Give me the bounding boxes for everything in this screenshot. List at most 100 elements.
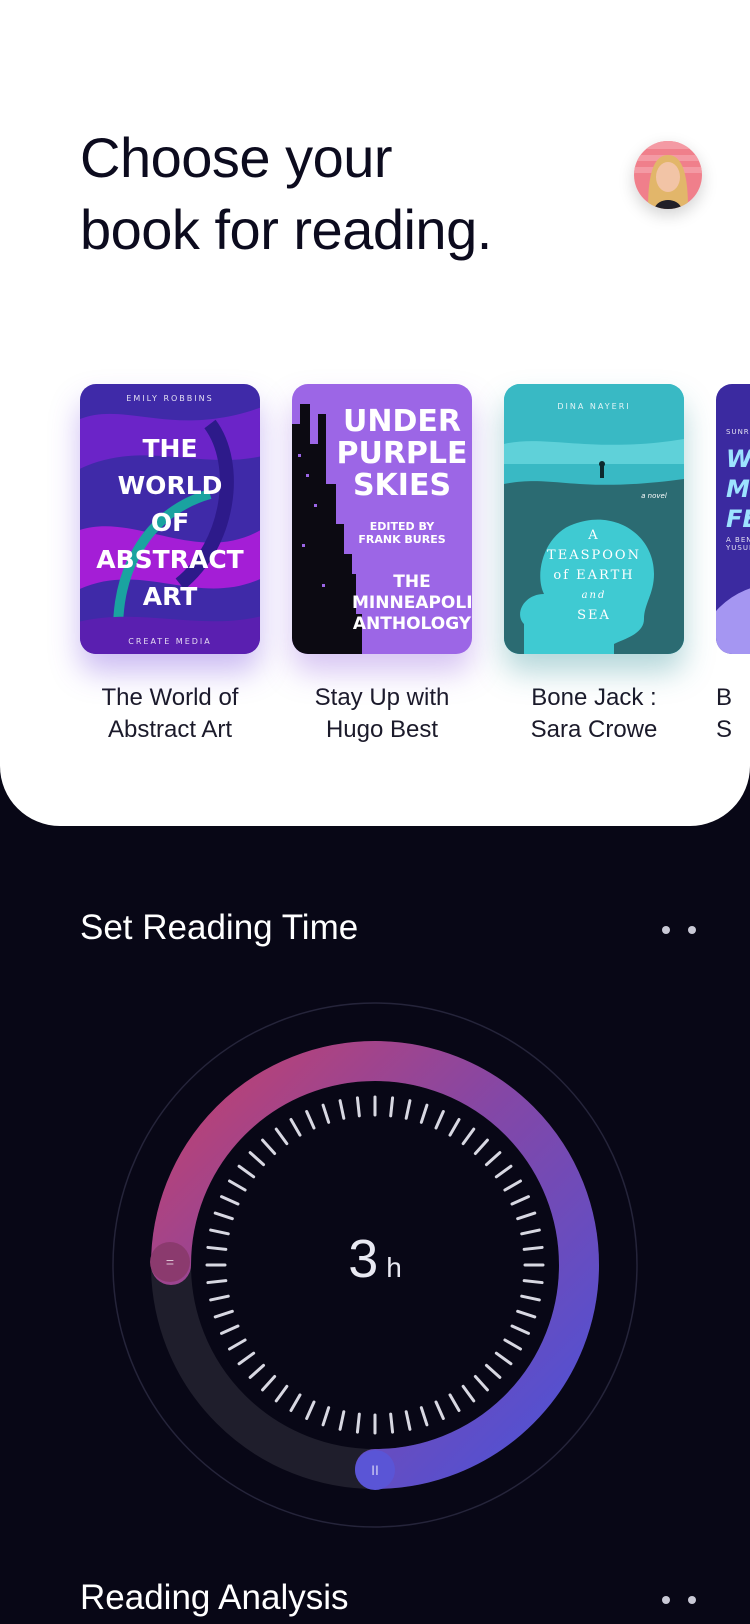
dial-tick <box>389 1096 395 1118</box>
book-title[interactable]: The World of Abstract Art <box>80 682 260 746</box>
book-title-line: Bone Jack : <box>531 684 657 711</box>
cover-title-line: OF <box>150 508 190 537</box>
cover-top-text: SUNRISE <box>726 428 750 436</box>
book-title-line: B <box>716 684 733 711</box>
dial-tick <box>448 1393 461 1412</box>
cover-editor: EDITED BY FRANK BURES <box>332 520 472 546</box>
reading-time-unit: h <box>386 1252 402 1283</box>
dial-tick <box>520 1294 541 1302</box>
dial-tick <box>503 1338 522 1351</box>
cover-title-line: THE <box>142 434 198 463</box>
dial-tick <box>289 1393 302 1412</box>
book-title[interactable]: Stay Up with Hugo Best <box>292 682 472 746</box>
book-title-line: Stay Up with <box>314 684 450 711</box>
dial-tick <box>516 1211 537 1221</box>
book-selection-card: Choose your book for reading. EMILY ROBB… <box>0 0 750 826</box>
cover-author: DINA NAYERI <box>557 402 631 411</box>
book-title[interactable]: B S <box>716 682 750 746</box>
dial-tick <box>209 1294 230 1302</box>
cover-subtitle-line: ANTHOLOGY <box>352 614 472 634</box>
cover-subtitle-line: YUSUNG <box>726 544 750 552</box>
dial-tick <box>494 1351 513 1366</box>
dial-tick <box>389 1412 395 1434</box>
book-card[interactable]: UNDER PURPLE SKIES EDITED BY FRANK BURES… <box>292 384 472 746</box>
reading-time-number: 3 <box>348 1229 379 1289</box>
dial-tick <box>510 1324 530 1335</box>
cover-editor-label: EDITED BY <box>369 520 435 533</box>
dial-tick <box>213 1309 234 1319</box>
dial-tick <box>510 1195 530 1206</box>
cover-title: UNDER PURPLE SKIES <box>332 406 472 502</box>
dot-icon <box>662 1596 670 1604</box>
dot-icon <box>688 1596 696 1604</box>
reading-analysis-title: Reading Analysis <box>80 1578 349 1617</box>
dial-tick <box>338 1099 346 1120</box>
cover-publisher: CREATE MEDIA <box>128 637 212 646</box>
title-line-2: book for reading. <box>80 198 492 261</box>
cover-subtitle-line: MINNEAPOLIS <box>352 593 472 613</box>
dial-tick <box>404 1410 412 1431</box>
dial-tick <box>516 1309 537 1319</box>
cover-author: EMILY ROBBINS <box>126 394 214 403</box>
cover-title-line: MU <box>726 475 750 503</box>
end-handle[interactable]: II <box>355 1450 395 1490</box>
dial-tick <box>473 1374 489 1392</box>
dial-tick <box>419 1103 429 1124</box>
dial-tick <box>237 1164 256 1179</box>
book-card[interactable]: EMILY ROBBINS THE WORLD OF ABSTRACT ART … <box>80 384 260 746</box>
dial-tick <box>228 1179 247 1192</box>
reading-time-more-button[interactable] <box>662 926 696 934</box>
dial-tick <box>274 1127 289 1146</box>
book-cover[interactable]: EMILY ROBBINS THE WORLD OF ABSTRACT ART … <box>80 384 260 654</box>
cover-title-line: PURPLE <box>336 436 468 471</box>
book-title-line: Sara Crowe <box>530 716 658 743</box>
book-cover[interactable]: DINA NAYERI a novel A TEASPOON of EARTH … <box>504 384 684 654</box>
book-card[interactable]: DINA NAYERI a novel A TEASPOON of EARTH … <box>504 384 684 746</box>
avatar[interactable] <box>634 141 702 209</box>
book-cover[interactable]: UNDER PURPLE SKIES EDITED BY FRANK BURES… <box>292 384 472 654</box>
dial-tick <box>248 1151 266 1167</box>
dial-tick <box>355 1096 361 1118</box>
dial-tick <box>473 1138 489 1156</box>
book-title[interactable]: Bone Jack : Sara Crowe <box>504 682 684 746</box>
cover-title-line: SKIES <box>352 468 452 503</box>
dial-tick <box>484 1151 502 1167</box>
dial-tick <box>248 1363 266 1379</box>
cover-title: WA MU FE <box>726 444 750 534</box>
dial-tick <box>494 1164 513 1179</box>
cover-title-line: WA <box>726 445 750 473</box>
cover-title-line: ART <box>142 582 198 611</box>
cover-editor-name: FRANK BURES <box>358 533 446 546</box>
book-title-line: The World of <box>101 684 239 711</box>
dial-tick <box>461 1127 476 1146</box>
dial-tick <box>434 1400 445 1420</box>
avatar-image <box>634 141 702 209</box>
book-card[interactable]: SUNRISE WA MU FE A BENEF YUSUNG B S <box>716 384 750 746</box>
reading-time-title: Set Reading Time <box>80 908 359 947</box>
dial-tick <box>338 1410 346 1431</box>
cover-title-line: FE <box>726 505 750 533</box>
cover-title-line: SEA <box>577 608 611 623</box>
book-carousel[interactable]: EMILY ROBBINS THE WORLD OF ABSTRACT ART … <box>0 384 750 764</box>
reading-analysis-more-button[interactable] <box>662 1596 696 1604</box>
cover-subtitle-line: THE <box>393 572 431 592</box>
dial-tick <box>261 1138 277 1156</box>
dial-tick <box>355 1412 361 1434</box>
reading-time-dial[interactable]: = II 3h <box>112 1002 638 1528</box>
book-cover[interactable]: SUNRISE WA MU FE A BENEF YUSUNG <box>716 384 750 654</box>
cover-title: A TEASPOON of EARTH and SEA <box>504 526 684 626</box>
dial-tick <box>321 1406 331 1427</box>
end-handle-icon: II <box>371 1462 379 1478</box>
dial-tick <box>305 1110 316 1130</box>
page-title: Choose your book for reading. <box>80 122 492 266</box>
dial-tick <box>220 1324 240 1335</box>
book-title-line: S <box>716 716 733 743</box>
cover-title-line: ABSTRACT <box>96 545 244 574</box>
cover-title-line: UNDER <box>343 404 461 439</box>
dot-icon <box>662 926 670 934</box>
cover-subtitle: THE MINNEAPOLIS ANTHOLOGY <box>352 572 472 635</box>
book-title-line: Hugo Best <box>325 716 439 743</box>
dial-tick <box>434 1110 445 1130</box>
cover-title-line: of EARTH <box>553 568 635 583</box>
dial-tick <box>419 1406 429 1427</box>
